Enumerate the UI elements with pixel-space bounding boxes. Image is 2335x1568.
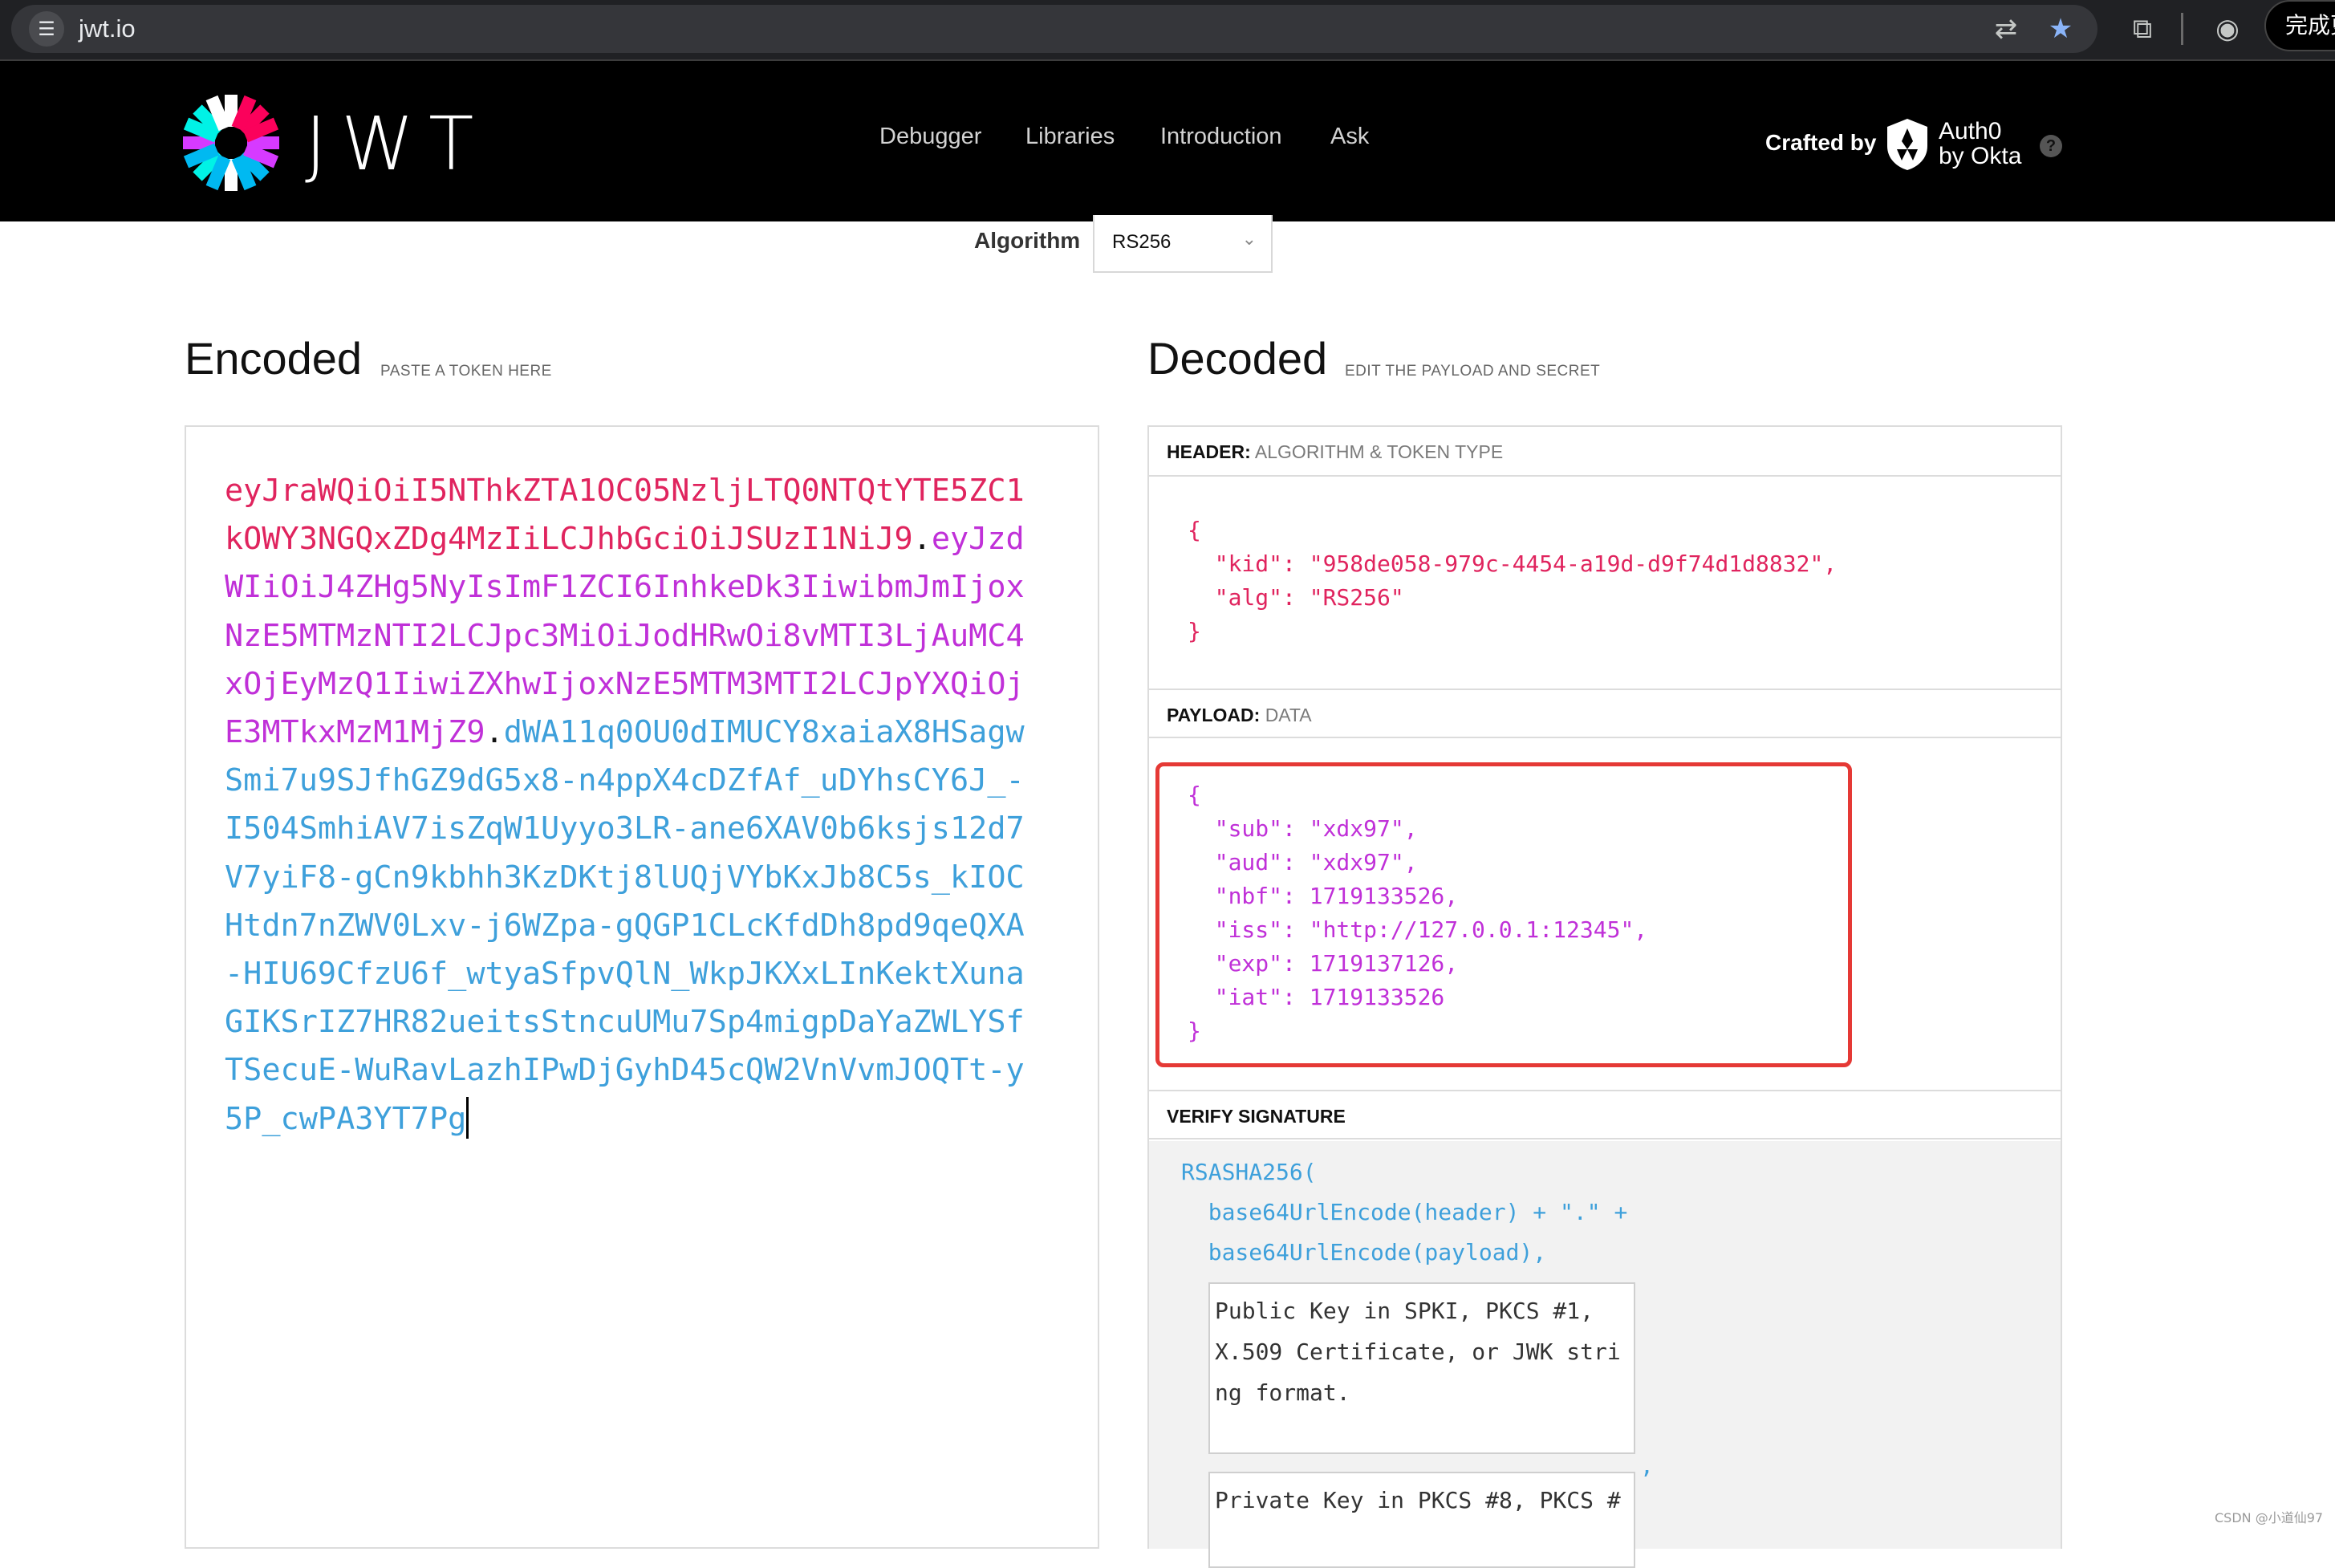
site-header: JWT Debugger Libraries Introduction Ask …: [0, 61, 2335, 221]
decoded-panel: HEADER: ALGORITHM & TOKEN TYPE { "kid": …: [1147, 425, 2062, 1568]
jwt-logo-icon[interactable]: [181, 93, 281, 193]
auth0-line1: Auth0: [1939, 118, 2002, 144]
encoded-token-editor[interactable]: eyJraWQiOiI5NThkZTA1OC05NzljLTQ0NTQtYTE5…: [185, 425, 1099, 1549]
nav-ask[interactable]: Ask: [1330, 124, 1369, 150]
watermark: CSDN @小道仙97: [2215, 1510, 2324, 1525]
header-label: HEADER:: [1167, 441, 1251, 462]
payload-label: PAYLOAD:: [1167, 705, 1261, 725]
signature-comma: ,: [1640, 1452, 1654, 1479]
verify-label: VERIFY SIGNATURE: [1167, 1106, 1346, 1127]
encoded-token-text[interactable]: eyJraWQiOiI5NThkZTA1OC05NzljLTQ0NTQtYTE5…: [225, 467, 1035, 1144]
token-header-part: eyJraWQiOiI5NThkZTA1OC05NzljLTQ0NTQtYTE5…: [225, 473, 1025, 558]
decoded-title: Decoded: [1147, 333, 1328, 384]
private-key-input[interactable]: Private Key in PKCS #8, PKCS #: [1208, 1472, 1635, 1568]
profile-icon[interactable]: ◉: [2208, 10, 2247, 48]
auth0-link[interactable]: Auth0 by Okta: [1939, 119, 2021, 169]
token-dot: .: [485, 714, 504, 751]
star-icon[interactable]: ★: [2041, 10, 2080, 48]
nav-libraries[interactable]: Libraries: [1025, 124, 1115, 150]
verify-signature-area: RSASHA256( base64UrlEncode(header) + "."…: [1149, 1141, 2061, 1568]
public-key-input[interactable]: Public Key in SPKI, PKCS #1, X.509 Certi…: [1208, 1282, 1635, 1454]
url-text[interactable]: jwt.io: [79, 5, 136, 53]
token-dot: .: [912, 521, 932, 558]
text-caret: [466, 1096, 469, 1139]
nav-introduction[interactable]: Introduction: [1160, 124, 1282, 150]
token-signature-part: dWA11q0OU0dIMUCY8xaiaX8HSagwSmi7u9SJfhGZ…: [225, 714, 1025, 1137]
site-settings-icon[interactable]: ☰: [29, 11, 64, 47]
browser-toolbar: ☰ jwt.io ⇄ ★ ⧉ ◉ 完成更: [0, 0, 2335, 61]
header-sublabel: ALGORITHM & TOKEN TYPE: [1254, 441, 1504, 462]
chevron-down-icon: ⌄: [1241, 230, 1257, 250]
update-button[interactable]: 完成更: [2264, 0, 2335, 51]
help-icon[interactable]: ?: [2040, 135, 2062, 157]
auth0-line2: by Okta: [1939, 143, 2022, 169]
header-json-editor[interactable]: { "kid": "958de058-979c-4454-a19d-d9f74d…: [1188, 514, 1837, 648]
payload-sublabel: DATA: [1265, 705, 1312, 725]
header-section-title: HEADER: ALGORITHM & TOKEN TYPE: [1149, 427, 2061, 477]
nav-debugger[interactable]: Debugger: [879, 124, 981, 150]
decoded-subtitle: EDIT THE PAYLOAD AND SECRET: [1345, 363, 1601, 380]
address-bar[interactable]: ☰ jwt.io: [11, 5, 2097, 53]
extensions-icon[interactable]: ⧉: [2123, 10, 2162, 48]
auth0-shield-icon[interactable]: [1884, 117, 1931, 172]
verify-section-title: VERIFY SIGNATURE: [1149, 1090, 2061, 1139]
algorithm-value: RS256: [1112, 231, 1172, 253]
payload-highlight-annotation: [1155, 762, 1852, 1067]
logo-wordmark[interactable]: JWT: [305, 96, 488, 193]
payload-section-title: PAYLOAD: DATA: [1149, 689, 2061, 738]
toolbar-divider: [2181, 13, 2183, 45]
translate-icon[interactable]: ⇄: [1987, 10, 2025, 48]
signature-formula: RSASHA256( base64UrlEncode(header) + "."…: [1181, 1159, 1628, 1265]
encoded-subtitle: PASTE A TOKEN HERE: [380, 363, 552, 380]
crafted-by-label: Crafted by: [1765, 130, 1877, 155]
algorithm-select[interactable]: RS256 ⌄: [1093, 215, 1273, 273]
encoded-title: Encoded: [185, 333, 363, 384]
algorithm-label: Algorithm: [974, 228, 1081, 253]
